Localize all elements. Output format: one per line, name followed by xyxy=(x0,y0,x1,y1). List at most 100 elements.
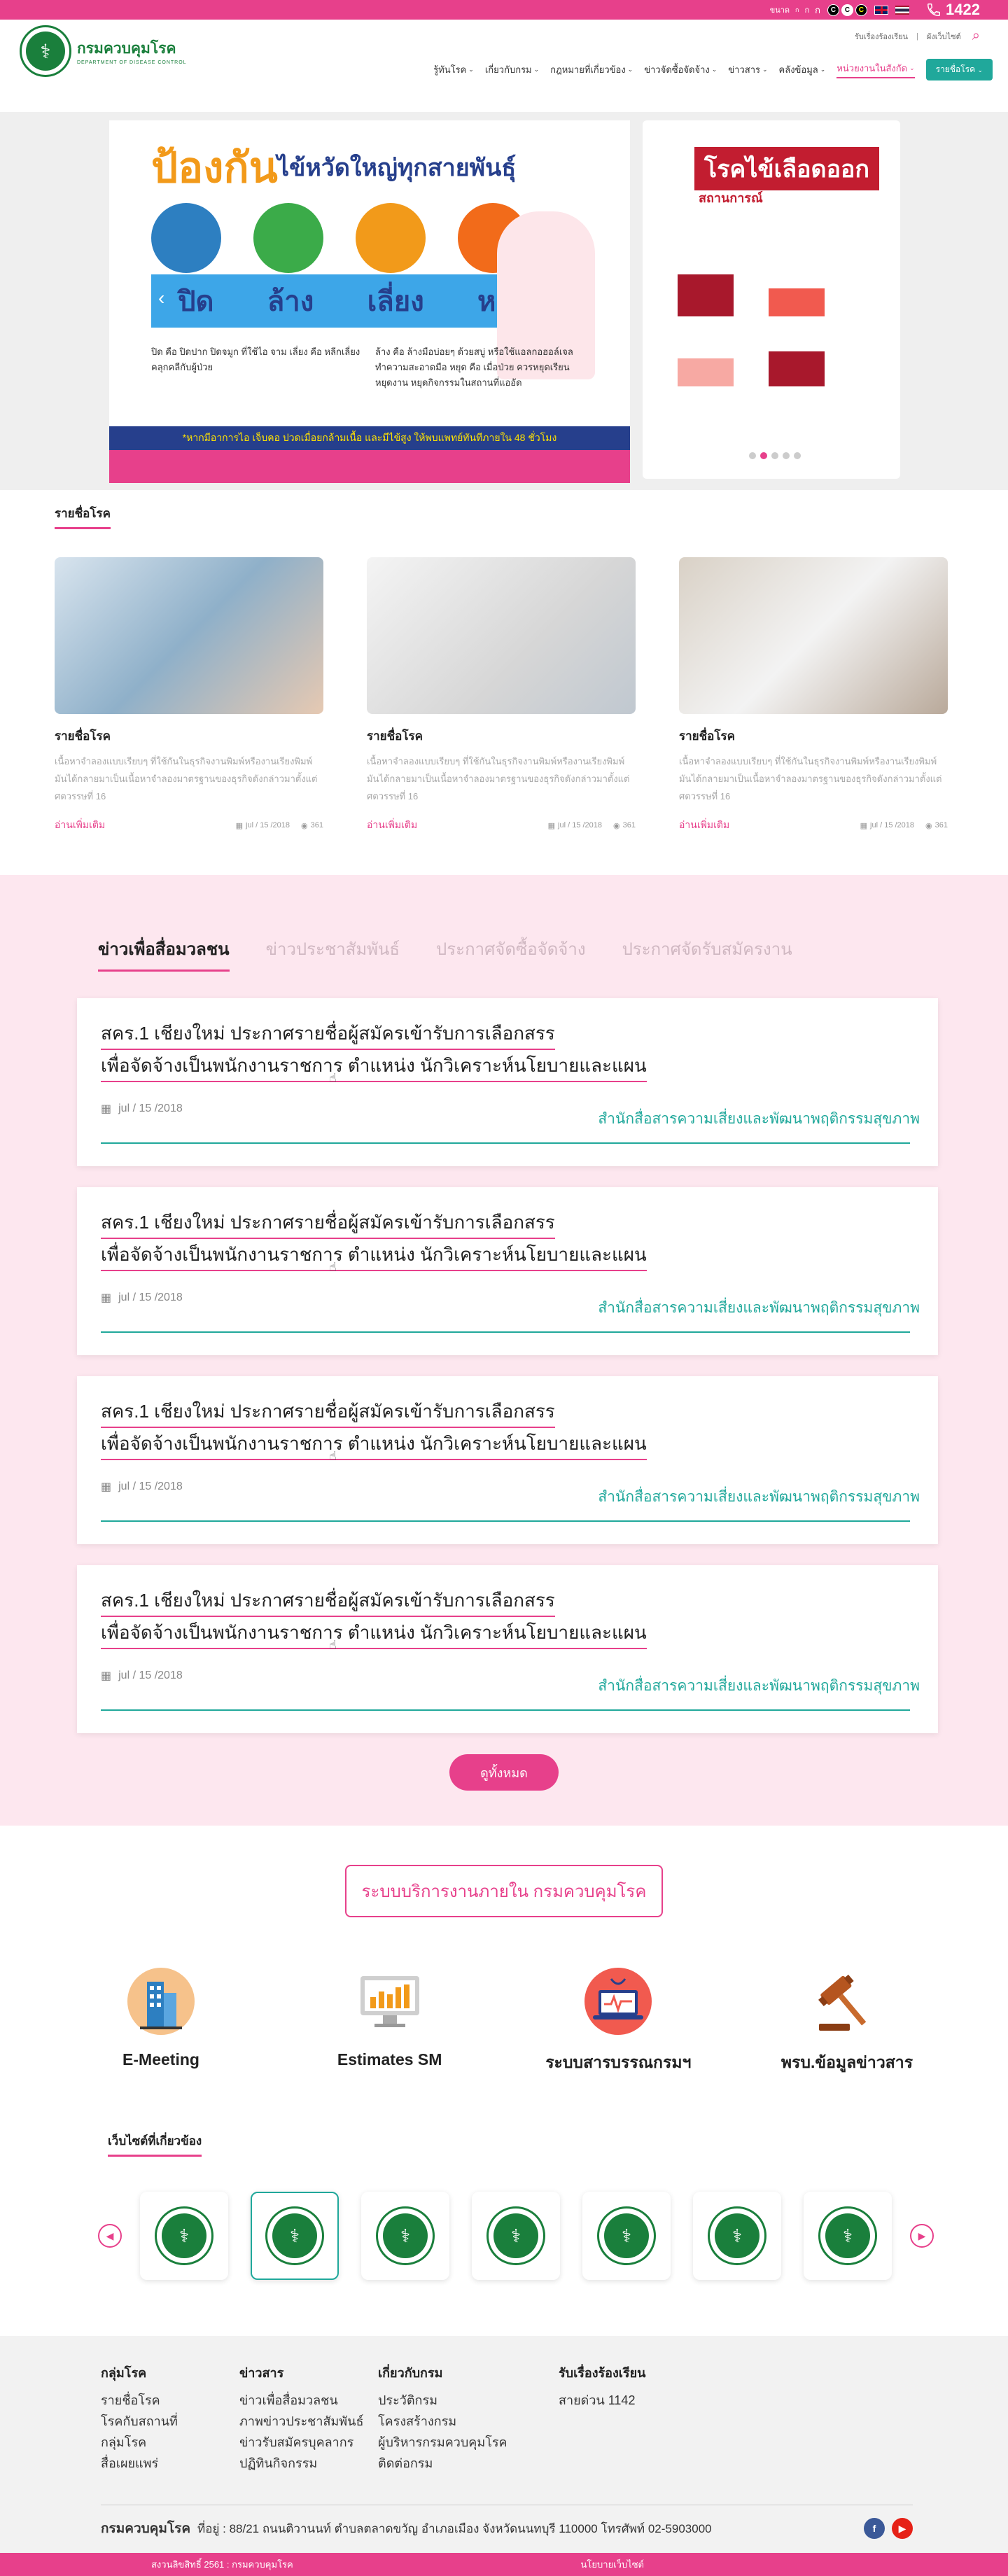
thai-flag-icon[interactable] xyxy=(895,5,910,15)
font-large-button[interactable]: ก xyxy=(815,3,820,18)
related-site-logo[interactable]: ⚕ xyxy=(251,2192,339,2280)
system-saraban[interactable]: ระบบสารบรรณกรมฯ xyxy=(527,1966,709,2076)
tab-recruitment[interactable]: ประกาศจัดรับสมัครงาน xyxy=(622,935,792,972)
eye-icon: ◉ xyxy=(925,821,932,830)
footer-link[interactable]: รายชื่อโรค xyxy=(101,2390,239,2411)
hand-cursor-icon: ☝ xyxy=(329,1638,337,1652)
nav-data[interactable]: คลังข้อมูล ⌄ xyxy=(779,62,826,77)
nav-know-disease[interactable]: รู้ทันโรค ⌄ xyxy=(433,62,474,77)
related-site-logo[interactable]: ⚕ xyxy=(361,2192,449,2280)
disease-list-button[interactable]: รายชื่อโรค ⌄ xyxy=(925,59,993,80)
carousel-dot[interactable] xyxy=(760,452,767,459)
carousel-dot[interactable] xyxy=(783,452,790,459)
site-logo[interactable]: ⚕ กรมควบคุมโรค DEPARTMENT OF DISEASE CON… xyxy=(20,25,187,77)
read-more-link[interactable]: อ่านเพิ่มเติม xyxy=(679,818,860,833)
related-site-logo[interactable]: ⚕ xyxy=(472,2192,560,2280)
news-department[interactable]: สำนักสื่อสารความเสี่ยงและพัฒนาพฤติกรรมสุ… xyxy=(598,1107,920,1130)
footer-link[interactable]: ประวัติกรม xyxy=(378,2390,559,2411)
related-site-logo[interactable]: ⚕ xyxy=(804,2192,892,2280)
banner-subheadline: ไข้หวัดใหญ่ทุกสายพันธุ์ xyxy=(277,155,517,181)
system-label: ระบบสารบรรณกรมฯ xyxy=(545,2053,692,2071)
related-site-logo[interactable]: ⚕ xyxy=(693,2192,781,2280)
footer-link[interactable]: ผู้บริหารกรมควบคุมโรค xyxy=(378,2432,559,2453)
banner-notice: *หากมีอาการไอ เจ็บคอ ปวดเมื่อยกล้ามเนื้อ… xyxy=(109,426,630,450)
news-department[interactable]: สำนักสื่อสารความเสี่ยงและพัฒนาพฤติกรรมสุ… xyxy=(598,1296,920,1320)
related-sites-section: เว็บไซต์ที่เกี่ยวข้อง ◀ ⚕ ⚕ ⚕ ⚕ ⚕ ⚕ ⚕ ▶ xyxy=(0,2104,1008,2336)
footer-link[interactable]: โรคกับสถานที่ xyxy=(101,2411,239,2432)
nav-procurement[interactable]: ข่าวจัดซื้อจัดจ้าง ⌄ xyxy=(644,62,717,77)
ddc-seal-icon: ⚕ xyxy=(486,2206,545,2265)
news-title-line2: เพื่อจัดจ้างเป็นพนักงานราชการ ตำแหน่ง นั… xyxy=(101,1050,647,1082)
disease-card[interactable]: รายชื่อโรค เนื้อหาจำลองแบบเรียบๆ ที่ใช้ก… xyxy=(679,557,948,833)
news-department[interactable]: สำนักสื่อสารความเสี่ยงและพัฒนาพฤติกรรมสุ… xyxy=(598,1674,920,1698)
footer-org: กรมควบคุมโรค xyxy=(101,2521,191,2536)
nav-laws[interactable]: กฎหมายที่เกี่ยวข้อง ⌄ xyxy=(550,62,633,77)
contrast-white-button[interactable]: C xyxy=(841,4,854,16)
contrast-normal-button[interactable]: C xyxy=(827,4,840,16)
contrast-yellow-button[interactable]: C xyxy=(855,4,868,16)
sitemap-link[interactable]: ผังเว็บไซต์ xyxy=(927,30,961,43)
english-flag-icon[interactable] xyxy=(874,5,889,15)
tab-press-news[interactable]: ข่าวเพื่อสื่อมวลชน xyxy=(98,935,230,972)
disease-card[interactable]: รายชื่อโรค เนื้อหาจำลองแบบเรียบๆ ที่ใช้ก… xyxy=(55,557,323,833)
carousel-dot[interactable] xyxy=(794,452,801,459)
distance-icon xyxy=(356,203,426,273)
news-title-line1: สคร.1 เชียงใหม่ ประกาศรายชื่อผู้สมัครเข้… xyxy=(101,1018,555,1050)
flu-prevention-banner[interactable]: ป้องกัน ไข้หวัดใหญ่ทุกสายพันธุ์ ปิด ล้าง… xyxy=(109,120,630,483)
footer-link[interactable]: ปฏิทินกิจกรรม xyxy=(239,2453,378,2474)
news-title-line2: เพื่อจัดจ้างเป็นพนักงานราชการ ตำแหน่ง นั… xyxy=(101,1428,647,1460)
step-avoid: เลี่ยง xyxy=(367,286,424,317)
footer-link[interactable]: ข่าวเพื่อสื่อมวลชน xyxy=(239,2390,378,2411)
prev-arrow-icon[interactable]: ◀ xyxy=(98,2224,122,2248)
footer-col-about: เกี่ยวกับกรม ประวัติกรม โครงสร้างกรม ผู้… xyxy=(378,2362,559,2474)
tab-pr-news[interactable]: ข่าวประชาสัมพันธ์ xyxy=(266,935,400,972)
system-e-meeting[interactable]: E-Meeting xyxy=(70,1966,252,2076)
footer-link[interactable]: ติดต่อกรม xyxy=(378,2453,559,2474)
news-department[interactable]: สำนักสื่อสารความเสี่ยงและพัฒนาพฤติกรรมสุ… xyxy=(598,1485,920,1508)
search-icon[interactable]: ⌕ xyxy=(972,28,980,44)
youtube-icon[interactable]: ▶ xyxy=(892,2518,913,2539)
footer-link[interactable]: ภาพข่าวประชาสัมพันธ์ xyxy=(239,2411,378,2432)
nav-news[interactable]: ข่าวสาร ⌄ xyxy=(728,62,767,77)
ddc-seal-icon: ⚕ xyxy=(597,2206,656,2265)
system-estimates-sm[interactable]: Estimates SM xyxy=(299,1966,481,2076)
view-all-button[interactable]: ดูทั้งหมด xyxy=(449,1754,559,1791)
slide-prev-arrow-icon[interactable]: ‹ xyxy=(158,287,164,309)
tab-procurement[interactable]: ประกาศจัดซื้อจัดจ้าง xyxy=(436,935,586,972)
website-policy-link[interactable]: นโยบายเว็บไซต์ xyxy=(581,2557,644,2572)
news-item[interactable]: สคร.1 เชียงใหม่ ประกาศรายชื่อผู้สมัครเข้… xyxy=(77,998,938,1166)
nav-agencies[interactable]: หน่วยงานในสังกัด ⌄ xyxy=(836,61,915,78)
footer-columns: กลุ่มโรค รายชื่อโรค โรคกับสถานที่ กลุ่มโ… xyxy=(101,2362,1008,2474)
facebook-icon[interactable]: f xyxy=(864,2518,885,2539)
hotline[interactable]: 1422 xyxy=(926,1,980,19)
calendar-icon: ▦ xyxy=(101,1670,112,1682)
read-more-link[interactable]: อ่านเพิ่มเติม xyxy=(367,818,548,833)
footer-link[interactable]: ข่าวรับสมัครบุคลากร xyxy=(239,2432,378,2453)
ddc-seal-icon: ⚕ xyxy=(20,25,71,77)
related-site-logo[interactable]: ⚕ xyxy=(140,2192,228,2280)
carousel-dot[interactable] xyxy=(749,452,756,459)
news-item[interactable]: สคร.1 เชียงใหม่ ประกาศรายชื่อผู้สมัครเข้… xyxy=(77,1376,938,1544)
complaint-link[interactable]: รับเรื่องร้องเรียน xyxy=(855,30,908,43)
font-medium-button[interactable]: ก xyxy=(805,4,810,16)
dengue-situation-banner[interactable]: โรคไข้เลือดออก สถานการณ์ xyxy=(643,120,900,479)
news-item[interactable]: สคร.1 เชียงใหม่ ประกาศรายชื่อผู้สมัครเข้… xyxy=(77,1565,938,1733)
footer-link[interactable]: โครงสร้างกรม xyxy=(378,2411,559,2432)
ddc-seal-icon: ⚕ xyxy=(265,2206,324,2265)
footer-link[interactable]: สายด่วน 1142 xyxy=(559,2390,697,2411)
carousel-dot[interactable] xyxy=(771,452,778,459)
next-arrow-icon[interactable]: ▶ xyxy=(910,2224,934,2248)
related-site-logo[interactable]: ⚕ xyxy=(582,2192,671,2280)
system-info-act[interactable]: พรบ.ข้อมูลข่าวสาร xyxy=(756,1966,938,2076)
news-title-line2: เพื่อจัดจ้างเป็นพนักงานราชการ ตำแหน่ง นั… xyxy=(101,1239,647,1271)
nav-about[interactable]: เกี่ยวกับกรม ⌄ xyxy=(485,62,539,77)
ddc-seal-icon: ⚕ xyxy=(818,2206,877,2265)
read-more-link[interactable]: อ่านเพิ่มเติม xyxy=(55,818,236,833)
font-small-button[interactable]: ก xyxy=(795,5,799,15)
disease-card[interactable]: รายชื่อโรค เนื้อหาจำลองแบบเรียบๆ ที่ใช้ก… xyxy=(367,557,636,833)
news-item[interactable]: สคร.1 เชียงใหม่ ประกาศรายชื่อผู้สมัครเข้… xyxy=(77,1187,938,1355)
banner-headline: ป้องกัน xyxy=(151,144,278,191)
footer-link[interactable]: สื่อเผยแพร่ xyxy=(101,2453,239,2474)
disease-cards: รายชื่อโรค เนื้อหาจำลองแบบเรียบๆ ที่ใช้ก… xyxy=(55,557,1008,833)
footer-link[interactable]: กลุ่มโรค xyxy=(101,2432,239,2453)
